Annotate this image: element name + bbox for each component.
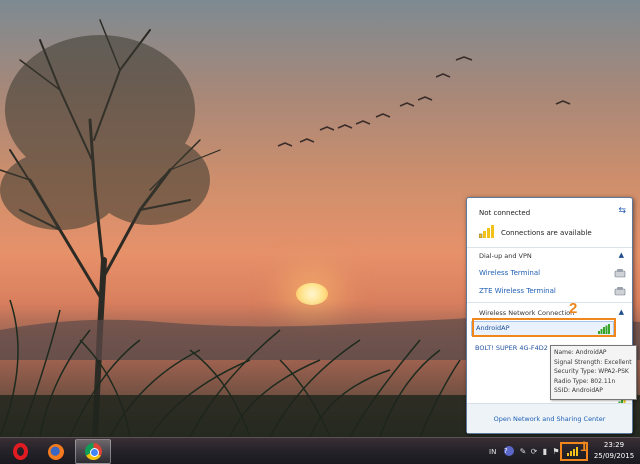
phone-modem-icon [614, 287, 626, 296]
dialup-item-wireless-terminal[interactable]: Wireless Terminal [467, 264, 632, 282]
dialup-item-zte-wireless-terminal[interactable]: ZTE Wireless Terminal [467, 282, 632, 300]
battery-icon[interactable]: ▮ [541, 447, 549, 456]
tooltip-name: Name: AndroidAP [554, 349, 607, 356]
signal-bars-icon [479, 225, 494, 238]
help-icon[interactable]: ? [504, 446, 514, 456]
wireless-section-title[interactable]: Wireless Network Connection [467, 305, 632, 321]
wifi-item-label: AndroidAP [476, 324, 510, 332]
tooltip-ssid: SSID: AndroidAP [554, 387, 603, 394]
tooltip-radio-type: Radio Type: 802.11n [554, 377, 616, 385]
wifi-item-bolt[interactable]: BOLT! SUPER 4G-F4D2 [475, 344, 548, 352]
flyout-header: Not connected ⇆ Connections are availabl… [467, 198, 632, 248]
clock-date: 25/09/2015 [593, 452, 635, 460]
firefox-icon [48, 443, 64, 460]
taskbar-firefox-button[interactable] [38, 439, 74, 464]
tray-arrow-icon[interactable]: ⟳ [530, 447, 538, 456]
language-indicator[interactable]: IN [489, 438, 496, 464]
network-tooltip: Name: AndroidAP Signal Strength: Excelle… [550, 345, 637, 400]
tray-settings-icon[interactable]: ✎ [519, 447, 527, 456]
dialup-section: Dial-up and VPN ▲ Wireless Terminal ZTE … [467, 248, 632, 300]
divider [467, 302, 632, 303]
connections-available-label: Connections are available [501, 229, 592, 237]
tooltip-signal-strength: Signal Strength: Excellent [554, 358, 632, 366]
wifi-signal-icon [598, 324, 610, 334]
system-clock[interactable]: 23:29 25/09/2015 [591, 440, 637, 462]
collapse-icon[interactable]: ▲ [619, 308, 624, 316]
opera-icon [12, 443, 28, 460]
taskbar: IN ? ✎ ⟳ ▮ ⚑ 23:29 25/09/2015 [0, 437, 640, 464]
refresh-icon[interactable]: ⇆ [618, 206, 626, 216]
phone-modem-icon [614, 269, 626, 278]
chrome-icon [84, 443, 102, 460]
tooltip-security-type: Security Type: WPA2-PSK [554, 368, 629, 375]
annotation-number-1: 1 [580, 438, 588, 454]
dialup-item-label: Wireless Terminal [479, 269, 541, 277]
wifi-item-androidap[interactable]: AndroidAP [471, 321, 614, 336]
dialup-section-title[interactable]: Dial-up and VPN [467, 248, 632, 264]
clock-time: 23:29 [603, 441, 625, 449]
open-network-sharing-center-link[interactable]: Open Network and Sharing Center [467, 403, 632, 433]
connection-status: Not connected [479, 209, 531, 217]
taskbar-chrome-button[interactable] [75, 439, 111, 464]
taskbar-opera-button[interactable] [2, 439, 38, 464]
collapse-icon[interactable]: ▲ [619, 251, 624, 259]
dialup-item-label: ZTE Wireless Terminal [479, 287, 556, 295]
annotation-number-2: 2 [569, 300, 578, 317]
wireless-section: Wireless Network Connection ▲ [467, 305, 632, 321]
tray-flag-icon[interactable]: ⚑ [552, 447, 560, 456]
